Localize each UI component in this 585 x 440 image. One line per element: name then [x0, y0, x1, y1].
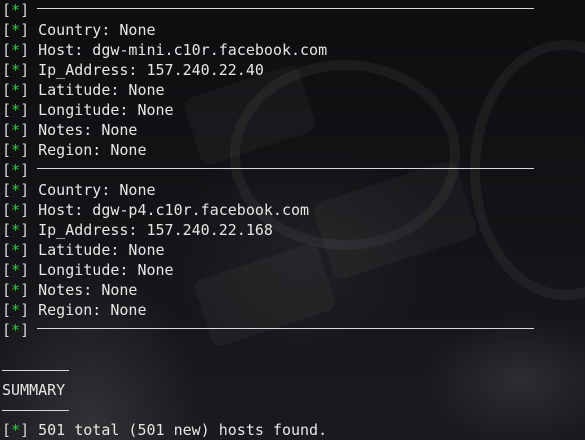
record-field: Ip_Address: 157.240.22.40 [38, 61, 264, 79]
record-line-longitude: [*] Longitude: None [2, 100, 174, 120]
bracket-open: [ [2, 141, 12, 159]
bracket-close: ] [20, 281, 30, 299]
separator-line: [*] [2, 320, 535, 340]
bracket-close: ] [20, 121, 30, 139]
horizontal-rule [37, 8, 535, 9]
bracket-open: [ [2, 161, 12, 179]
bracket-close: ] [20, 81, 30, 99]
bracket-open: [ [2, 281, 12, 299]
record-line-notes: [*] Notes: None [2, 120, 137, 140]
bracket-close: ] [20, 241, 30, 259]
record-line-country: [*] Country: None [2, 180, 156, 200]
record-field: Ip_Address: 157.240.22.168 [38, 221, 273, 239]
status-star: * [11, 21, 21, 39]
bracket-open: [ [2, 221, 12, 239]
bracket-open: [ [2, 301, 12, 319]
status-star: * [11, 121, 21, 139]
record-line-latitude: [*] Latitude: None [2, 240, 165, 260]
status-star: * [11, 81, 21, 99]
bracket-close: ] [20, 221, 30, 239]
summary-heading: SUMMARY [2, 381, 66, 399]
record-line-ip: [*] Ip_Address: 157.240.22.40 [2, 60, 264, 80]
bracket-close: ] [20, 101, 30, 119]
status-star: * [11, 321, 21, 339]
horizontal-rule [37, 168, 535, 169]
bracket-open: [ [2, 181, 12, 199]
bracket-close: ] [20, 21, 30, 39]
record-line-longitude: [*] Longitude: None [2, 260, 174, 280]
summary-result: 501 total (501 new) hosts found. [38, 421, 328, 439]
record-line-host: [*] Host: dgw-p4.c10r.facebook.com [2, 200, 309, 220]
record-field: Region: None [38, 301, 147, 319]
bracket-close: ] [20, 61, 30, 79]
record-line-country: [*] Country: None [2, 20, 156, 40]
separator-line: [*] [2, 0, 535, 20]
bracket-open: [ [2, 321, 12, 339]
bracket-open: [ [2, 421, 12, 439]
status-star: * [11, 61, 21, 79]
record-field: Host: dgw-p4.c10r.facebook.com [38, 201, 310, 219]
bracket-close: ] [20, 181, 30, 199]
summary-result-line: [*] 501 total (501 new) hosts found. [2, 420, 327, 440]
status-star: * [11, 301, 21, 319]
status-star: * [11, 1, 21, 19]
summary-rule-top [2, 370, 69, 371]
record-field: Country: None [38, 181, 156, 199]
bracket-open: [ [2, 61, 12, 79]
record-field: Host: dgw-mini.c10r.facebook.com [38, 41, 328, 59]
status-star: * [11, 41, 21, 59]
bracket-close: ] [20, 1, 30, 19]
record-line-ip: [*] Ip_Address: 157.240.22.168 [2, 220, 273, 240]
record-field: Notes: None [38, 281, 138, 299]
terminal-window[interactable]: [*] [*] Country: None [*] Host: dgw-mini… [0, 0, 585, 440]
record-field: Region: None [38, 141, 147, 159]
record-field: Latitude: None [38, 81, 165, 99]
record-line-region: [*] Region: None [2, 140, 147, 160]
record-line-notes: [*] Notes: None [2, 280, 137, 300]
status-star: * [11, 201, 21, 219]
bracket-open: [ [2, 41, 12, 59]
status-star: * [11, 161, 21, 179]
bracket-open: [ [2, 81, 12, 99]
bracket-open: [ [2, 21, 12, 39]
record-line-region: [*] Region: None [2, 300, 147, 320]
bracket-close: ] [20, 421, 30, 439]
horizontal-rule [37, 328, 535, 329]
record-field: Country: None [38, 21, 156, 39]
bracket-open: [ [2, 261, 12, 279]
status-star: * [11, 181, 21, 199]
bracket-open: [ [2, 201, 12, 219]
bracket-close: ] [20, 301, 30, 319]
bracket-close: ] [20, 161, 30, 179]
summary-rule-bottom [2, 410, 69, 411]
bracket-open: [ [2, 101, 12, 119]
bracket-open: [ [2, 241, 12, 259]
status-star: * [11, 141, 21, 159]
record-field: Longitude: None [38, 261, 174, 279]
bracket-close: ] [20, 41, 30, 59]
record-field: Latitude: None [38, 241, 165, 259]
record-field: Notes: None [38, 121, 138, 139]
record-line-host: [*] Host: dgw-mini.c10r.facebook.com [2, 40, 327, 60]
status-star: * [11, 241, 21, 259]
bracket-open: [ [2, 121, 12, 139]
separator-line: [*] [2, 160, 535, 180]
status-star: * [11, 261, 21, 279]
bracket-close: ] [20, 141, 30, 159]
bracket-close: ] [20, 321, 30, 339]
status-star: * [11, 281, 21, 299]
status-star: * [11, 221, 21, 239]
status-star: * [11, 101, 21, 119]
bracket-close: ] [20, 201, 30, 219]
status-star: * [11, 421, 21, 439]
bracket-open: [ [2, 1, 12, 19]
record-field: Longitude: None [38, 101, 174, 119]
record-line-latitude: [*] Latitude: None [2, 80, 165, 100]
bracket-close: ] [20, 261, 30, 279]
